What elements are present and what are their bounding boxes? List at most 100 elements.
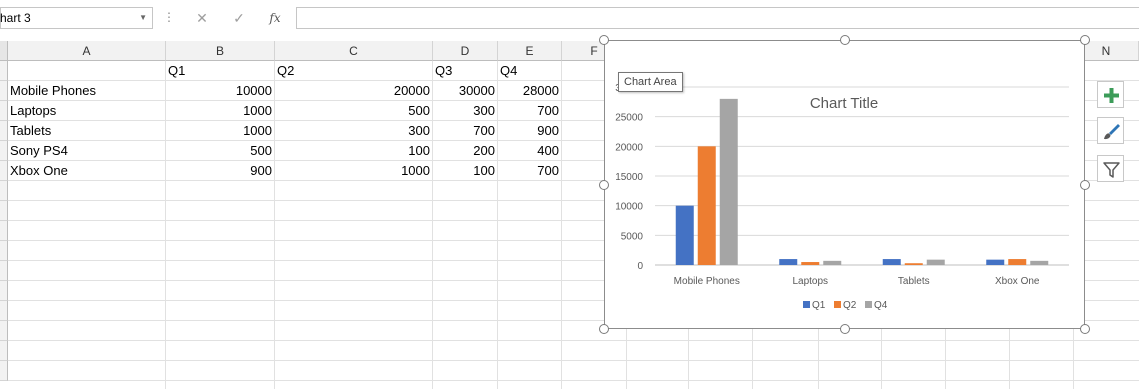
insert-function-icon[interactable]: fx bbox=[264, 8, 286, 28]
bar-q1 bbox=[675, 205, 694, 265]
cancel-icon[interactable]: ✕ bbox=[191, 8, 213, 28]
legend-swatch-q4 bbox=[865, 301, 872, 308]
brush-icon bbox=[1104, 124, 1120, 140]
name-box-value: hart 3 bbox=[0, 11, 31, 25]
legend-label-q2: Q2 bbox=[843, 300, 857, 311]
select-all-corner[interactable] bbox=[0, 41, 8, 61]
bar-q2 bbox=[1008, 259, 1027, 265]
value-cell[interactable]: 1000 bbox=[166, 101, 275, 121]
row-header[interactable] bbox=[0, 101, 8, 121]
bar-q1 bbox=[779, 259, 798, 265]
bar-q4 bbox=[926, 259, 945, 265]
value-cell[interactable]: 700 bbox=[433, 121, 498, 141]
y-tick-label: 10000 bbox=[615, 202, 643, 213]
y-tick-label: 25000 bbox=[615, 113, 643, 124]
header-cell[interactable]: Q4 bbox=[498, 61, 562, 81]
value-cell[interactable]: 700 bbox=[498, 101, 562, 121]
value-cell[interactable]: 10000 bbox=[166, 81, 275, 101]
value-cell[interactable]: 900 bbox=[166, 161, 275, 181]
row-header[interactable] bbox=[0, 121, 8, 141]
row-header[interactable] bbox=[0, 161, 8, 181]
value-cell[interactable]: 20000 bbox=[275, 81, 433, 101]
chart-title: Chart Title bbox=[810, 95, 878, 112]
row-gridline bbox=[8, 380, 1139, 381]
header-cell[interactable]: Q3 bbox=[433, 61, 498, 81]
y-tick-label: 0 bbox=[637, 261, 643, 272]
row-gridline bbox=[8, 360, 1139, 361]
row-header[interactable] bbox=[0, 141, 8, 161]
value-cell[interactable]: 500 bbox=[166, 141, 275, 161]
header-cell[interactable]: Q2 bbox=[275, 61, 433, 81]
legend-swatch-q2 bbox=[834, 301, 841, 308]
row-header[interactable] bbox=[0, 221, 8, 241]
legend-label-q4: Q4 bbox=[874, 300, 888, 311]
value-cell[interactable]: 500 bbox=[275, 101, 433, 121]
row-header[interactable] bbox=[0, 341, 8, 361]
bar-q4 bbox=[719, 98, 738, 265]
row-header[interactable] bbox=[0, 61, 8, 81]
bar-q4 bbox=[1030, 260, 1049, 265]
bar-q1 bbox=[882, 259, 901, 265]
value-cell[interactable]: 28000 bbox=[498, 81, 562, 101]
name-box[interactable]: hart 3 ▼ bbox=[0, 7, 153, 29]
value-cell[interactable]: 300 bbox=[275, 121, 433, 141]
x-tick-label: Xbox One bbox=[995, 276, 1040, 287]
row-header[interactable] bbox=[0, 81, 8, 101]
add-chart-element-button[interactable] bbox=[1097, 81, 1124, 108]
label-cell[interactable]: Xbox One bbox=[8, 161, 166, 181]
value-cell[interactable]: 300 bbox=[433, 101, 498, 121]
value-cell[interactable]: 900 bbox=[498, 121, 562, 141]
column-header-b[interactable]: B bbox=[166, 41, 275, 61]
bar-q2 bbox=[697, 146, 716, 265]
value-cell[interactable]: 100 bbox=[433, 161, 498, 181]
y-tick-label: 5000 bbox=[621, 231, 644, 242]
chart-filters-button[interactable] bbox=[1097, 155, 1124, 182]
row-header[interactable] bbox=[0, 201, 8, 221]
column-header-d[interactable]: D bbox=[433, 41, 498, 61]
x-tick-label: Tablets bbox=[898, 276, 930, 287]
chevron-down-icon[interactable]: ▼ bbox=[139, 8, 147, 28]
bar-q4 bbox=[823, 260, 842, 265]
formula-input[interactable] bbox=[296, 7, 1139, 29]
value-cell[interactable]: 400 bbox=[498, 141, 562, 161]
row-header[interactable] bbox=[0, 181, 8, 201]
value-cell[interactable]: 30000 bbox=[433, 81, 498, 101]
row-header[interactable] bbox=[0, 281, 8, 301]
column-header-e[interactable]: E bbox=[498, 41, 562, 61]
chart-area-tooltip: Chart Area bbox=[618, 72, 683, 92]
value-cell[interactable]: 100 bbox=[275, 141, 433, 161]
label-cell[interactable]: Laptops bbox=[8, 101, 166, 121]
funnel-icon bbox=[1103, 162, 1120, 178]
formula-bar: hart 3 ▼ ⋮ ✕ ✓ fx bbox=[0, 0, 1139, 36]
row-header[interactable] bbox=[0, 361, 8, 381]
checkmark-icon[interactable]: ✓ bbox=[228, 8, 250, 28]
row-header[interactable] bbox=[0, 241, 8, 261]
value-cell[interactable]: 200 bbox=[433, 141, 498, 161]
plus-icon bbox=[1104, 88, 1119, 103]
row-header[interactable] bbox=[0, 261, 8, 281]
x-tick-label: Laptops bbox=[792, 276, 828, 287]
x-tick-label: Mobile Phones bbox=[674, 276, 740, 287]
column-header-c[interactable]: C bbox=[275, 41, 433, 61]
value-cell[interactable]: 700 bbox=[498, 161, 562, 181]
column-header-a[interactable]: A bbox=[8, 41, 166, 61]
excel-window: hart 3 ▼ ⋮ ✕ ✓ fx ABCDEFGHIJKLMN Q1Q2Q3Q… bbox=[0, 0, 1139, 389]
label-cell[interactable]: Sony PS4 bbox=[8, 141, 166, 161]
row-header[interactable] bbox=[0, 321, 8, 341]
y-tick-label: 20000 bbox=[615, 142, 643, 153]
legend-label-q1: Q1 bbox=[812, 300, 826, 311]
y-tick-label: 15000 bbox=[615, 172, 643, 183]
value-cell[interactable]: 1000 bbox=[275, 161, 433, 181]
bar-q2 bbox=[904, 263, 923, 265]
row-gridline bbox=[8, 340, 1139, 341]
label-cell[interactable]: Tablets bbox=[8, 121, 166, 141]
label-cell[interactable]: Mobile Phones bbox=[8, 81, 166, 101]
legend-swatch-q1 bbox=[803, 301, 810, 308]
value-cell[interactable]: 1000 bbox=[166, 121, 275, 141]
bar-q2 bbox=[801, 262, 820, 265]
header-cell[interactable]: Q1 bbox=[166, 61, 275, 81]
bar-q1 bbox=[986, 259, 1005, 265]
more-options-icon[interactable]: ⋮ bbox=[163, 10, 175, 24]
chart-styles-button[interactable] bbox=[1097, 117, 1124, 144]
row-header[interactable] bbox=[0, 301, 8, 321]
